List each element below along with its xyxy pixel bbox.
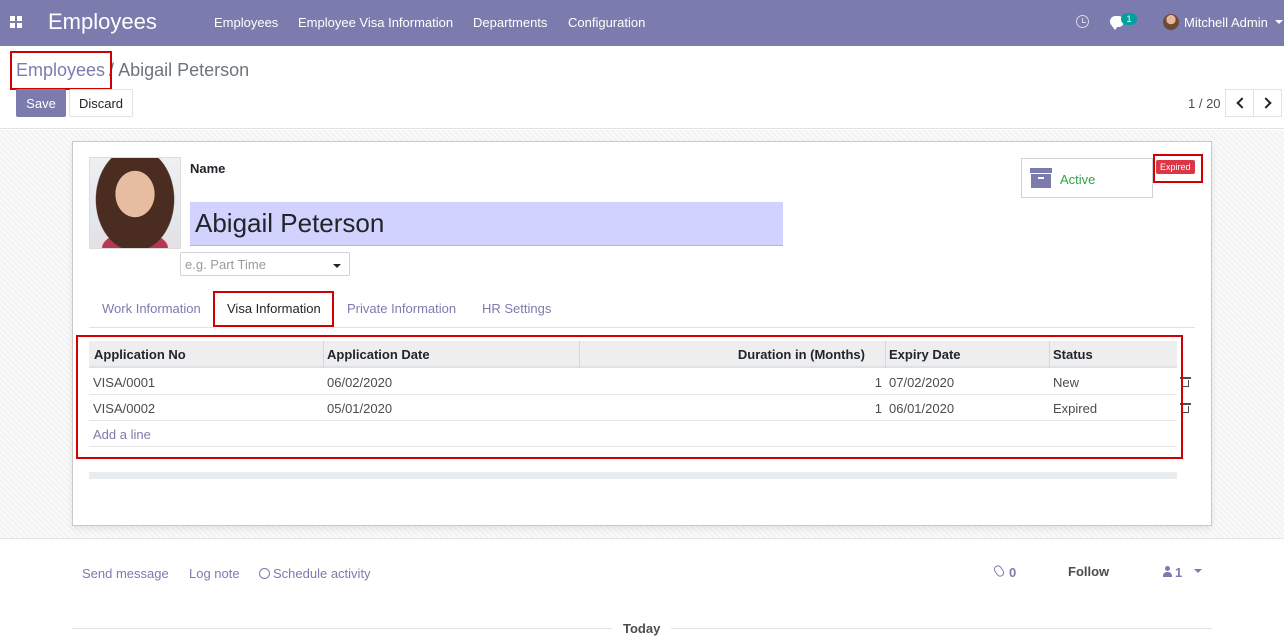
highlight-expired-ribbon: [1153, 154, 1203, 183]
clock-icon: [259, 568, 270, 579]
log-note-button[interactable]: Log note: [189, 566, 240, 581]
apps-menu-icon[interactable]: [10, 16, 22, 28]
highlight-employees-breadcrumb: [10, 51, 112, 90]
job-title-placeholder: e.g. Part Time: [185, 257, 266, 272]
menu-departments[interactable]: Departments: [473, 15, 547, 30]
active-label: Active: [1060, 172, 1096, 187]
pager-next-button[interactable]: [1253, 89, 1282, 117]
save-button[interactable]: Save: [16, 89, 66, 117]
schedule-activity-button[interactable]: Schedule activity: [259, 566, 371, 581]
schedule-activity-label: Schedule activity: [273, 566, 371, 581]
activity-clock-icon[interactable]: [1076, 15, 1089, 28]
pager-previous-button[interactable]: [1225, 89, 1254, 117]
user-avatar[interactable]: [1163, 14, 1179, 30]
followers-caret-icon[interactable]: [1194, 569, 1202, 573]
discard-button[interactable]: Discard: [69, 89, 133, 117]
menu-employee-visa-information[interactable]: Employee Visa Information: [298, 15, 453, 30]
employee-form-sheet: Name e.g. Part Time Active Expired Work …: [72, 141, 1212, 526]
tab-private-information[interactable]: Private Information: [347, 301, 456, 316]
followers-user-icon[interactable]: [1163, 566, 1172, 577]
pager-value[interactable]: 1 / 20: [1188, 96, 1221, 111]
control-panel: Employees / Abigail Peterson Save Discard …: [0, 46, 1284, 129]
top-navbar: Employees Employees Employee Visa Inform…: [0, 0, 1284, 46]
menu-configuration[interactable]: Configuration: [568, 15, 645, 30]
highlight-visa-tab: [213, 291, 334, 327]
paperclip-icon[interactable]: [992, 563, 1006, 579]
employee-photo[interactable]: [89, 157, 181, 249]
app-title[interactable]: Employees: [48, 9, 157, 35]
chevron-right-icon: [1260, 97, 1272, 109]
name-label: Name: [190, 161, 226, 176]
tab-hr-settings[interactable]: HR Settings: [482, 301, 551, 316]
chevron-down-icon: [333, 264, 341, 268]
attachments-count[interactable]: 0: [1009, 565, 1016, 580]
today-label: Today: [612, 621, 672, 636]
chevron-left-icon: [1236, 97, 1248, 109]
chat-badge: 1: [1121, 13, 1137, 25]
menu-employees[interactable]: Employees: [214, 15, 278, 30]
tab-work-information[interactable]: Work Information: [102, 301, 201, 316]
active-toggle-button[interactable]: Active: [1021, 158, 1153, 198]
send-message-button[interactable]: Send message: [82, 566, 169, 581]
table-scrollbar[interactable]: [89, 472, 1177, 479]
archive-icon: [1030, 168, 1052, 188]
job-title-select[interactable]: e.g. Part Time: [180, 252, 350, 276]
user-name[interactable]: Mitchell Admin: [1184, 15, 1268, 30]
highlight-visa-table: [76, 335, 1183, 459]
followers-count[interactable]: 1: [1175, 565, 1182, 580]
employee-name-input[interactable]: [190, 202, 783, 246]
breadcrumb-current: Abigail Peterson: [118, 60, 250, 80]
follow-button[interactable]: Follow: [1068, 564, 1109, 579]
user-menu-caret-icon[interactable]: [1275, 20, 1283, 24]
